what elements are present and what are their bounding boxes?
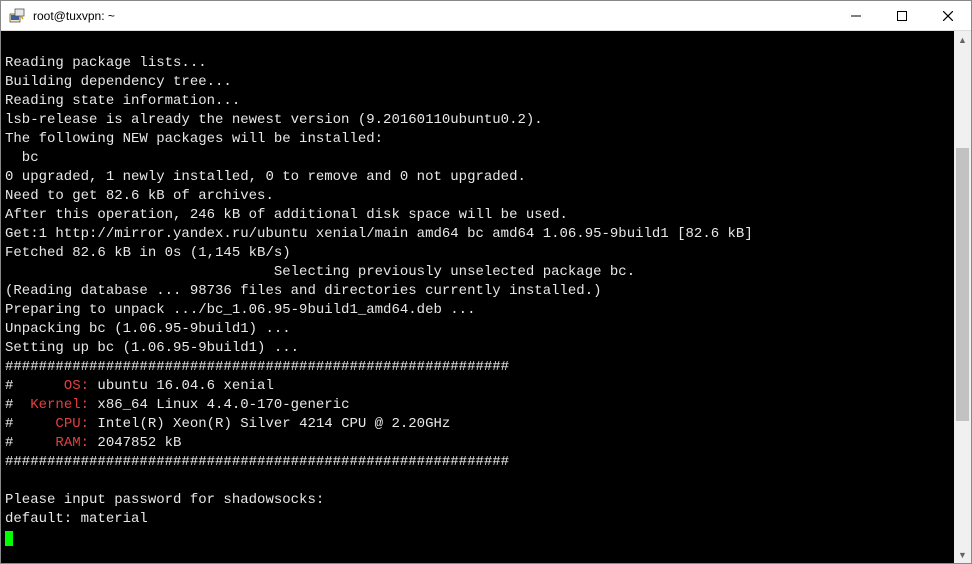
terminal-line: default: material (5, 510, 950, 529)
terminal-line: Preparing to unpack .../bc_1.06.95-9buil… (5, 301, 950, 320)
terminal-line: (Reading database ... 98736 files and di… (5, 282, 950, 301)
terminal-line (5, 529, 950, 548)
terminal-line: # RAM: 2047852 kB (5, 434, 950, 453)
app-window: root@tuxvpn: ~ Reading package lists...B… (0, 0, 972, 564)
terminal-line: bc (5, 149, 950, 168)
terminal-line: 0 upgraded, 1 newly installed, 0 to remo… (5, 168, 950, 187)
terminal-line: Selecting previously unselected package … (5, 263, 950, 282)
terminal-wrap: Reading package lists...Building depende… (1, 31, 971, 563)
close-button[interactable] (925, 1, 971, 30)
terminal-line: Reading state information... (5, 92, 950, 111)
terminal-line: Need to get 82.6 kB of archives. (5, 187, 950, 206)
scrollbar-thumb[interactable] (956, 148, 969, 422)
terminal-line: ########################################… (5, 453, 950, 472)
window-title: root@tuxvpn: ~ (31, 9, 833, 23)
terminal-line: The following NEW packages will be insta… (5, 130, 950, 149)
minimize-button[interactable] (833, 1, 879, 30)
terminal-line (5, 472, 950, 491)
titlebar[interactable]: root@tuxvpn: ~ (1, 1, 971, 31)
terminal-line: # OS: ubuntu 16.04.6 xenial (5, 377, 950, 396)
terminal-line: lsb-release is already the newest versio… (5, 111, 950, 130)
cursor-icon (5, 531, 13, 546)
terminal-line: ########################################… (5, 358, 950, 377)
terminal-line: Setting up bc (1.06.95-9build1) ... (5, 339, 950, 358)
terminal-line (5, 35, 950, 54)
terminal-line: Please input password for shadowsocks: (5, 491, 950, 510)
terminal-line: Reading package lists... (5, 54, 950, 73)
terminal-output[interactable]: Reading package lists...Building depende… (1, 31, 954, 563)
window-controls (833, 1, 971, 30)
terminal-line: Fetched 82.6 kB in 0s (1,145 kB/s) (5, 244, 950, 263)
maximize-button[interactable] (879, 1, 925, 30)
scrollbar-down-arrow-icon[interactable]: ▼ (954, 546, 971, 563)
scrollbar-track[interactable] (954, 48, 971, 546)
vertical-scrollbar[interactable]: ▲ ▼ (954, 31, 971, 563)
putty-icon (9, 8, 25, 24)
terminal-line: Get:1 http://mirror.yandex.ru/ubuntu xen… (5, 225, 950, 244)
terminal-line: # CPU: Intel(R) Xeon(R) Silver 4214 CPU … (5, 415, 950, 434)
terminal-line: # Kernel: x86_64 Linux 4.4.0-170-generic (5, 396, 950, 415)
terminal-line: Unpacking bc (1.06.95-9build1) ... (5, 320, 950, 339)
scrollbar-up-arrow-icon[interactable]: ▲ (954, 31, 971, 48)
terminal-line: Building dependency tree... (5, 73, 950, 92)
terminal-line: After this operation, 246 kB of addition… (5, 206, 950, 225)
